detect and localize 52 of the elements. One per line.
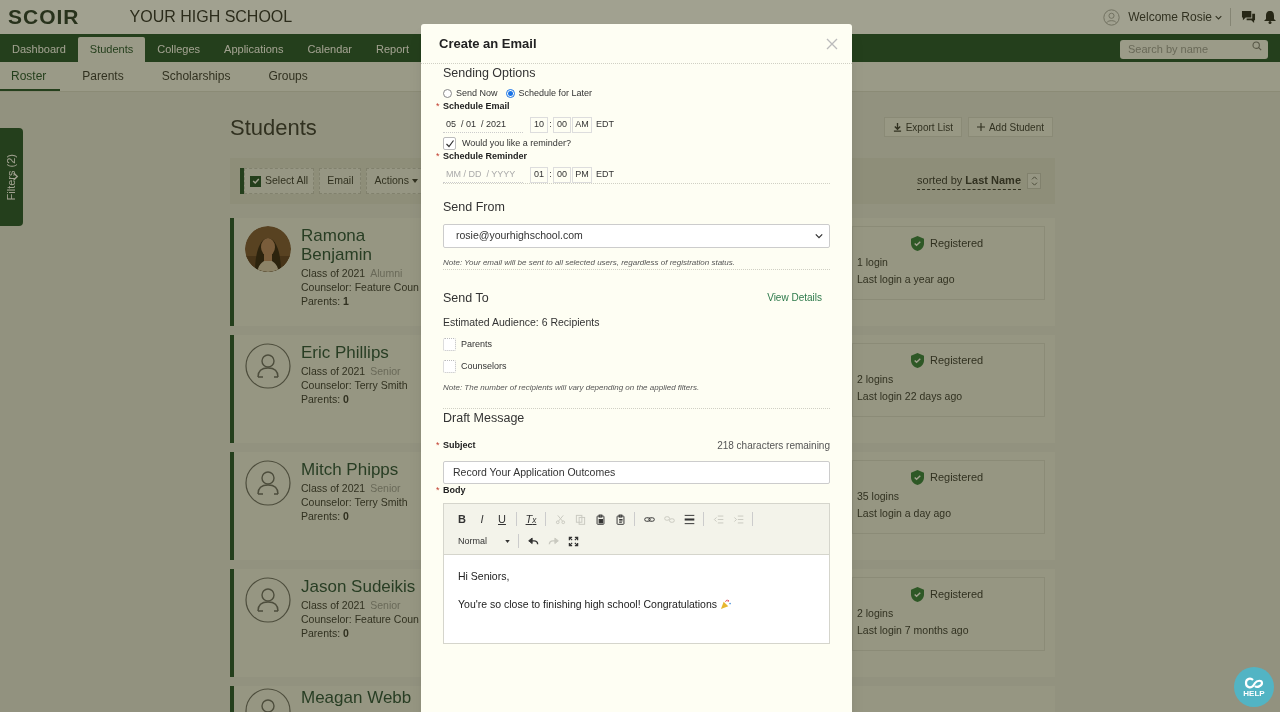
registration-status: Registered [930, 470, 984, 485]
section-heading: Send To [443, 289, 489, 307]
last-login: Last login 22 days ago [856, 389, 964, 405]
school-name: YOUR HIGH SCHOOL [129, 7, 293, 27]
required-mark: * [436, 100, 441, 114]
time-zone: EDT [596, 168, 614, 181]
counselor-text: Counselor: Feature Coun [301, 280, 420, 294]
checkbox-label: Counselors [461, 359, 507, 373]
logo: SCOIR [8, 4, 80, 31]
parents-count: Parents: 0 [301, 509, 350, 523]
note-text: Note: Your email will be sent to all selected users, regardless of registration status. [443, 256, 736, 269]
field-label: Schedule Email [443, 100, 510, 114]
counselor-text: Counselor: Terry Smith [301, 495, 408, 509]
counselor-text: Counselor: Terry Smith [301, 378, 408, 392]
class-year: Class of 2021 [301, 481, 366, 495]
radio-label: Send Now [456, 86, 498, 100]
last-login: Last login a year ago [856, 272, 956, 288]
parents-count: Parents: 1 [301, 294, 350, 308]
body-text: You're so close to finishing high school! Congratulations [458, 597, 718, 612]
checkbox-label: Would you like a reminder? [462, 136, 571, 150]
time-separator: : [548, 118, 553, 131]
registration-status: Registered [930, 353, 984, 368]
login-count: 2 logins [856, 605, 895, 621]
parents-count: Parents: 0 [301, 626, 350, 640]
registration-status: Registered [930, 587, 984, 602]
section-heading: Draft Message [443, 410, 526, 427]
time-zone: EDT [596, 118, 614, 131]
audience-text: Estimated Audience: 6 Recipients [443, 315, 601, 331]
time-separator: : [548, 168, 553, 181]
login-count: 2 logins [856, 371, 895, 387]
last-login: Last login 7 months ago [856, 623, 970, 639]
body-text: Hi Seniors, [458, 569, 510, 585]
radio-label: Schedule for Later [518, 86, 593, 100]
parents-count: Parents: 0 [301, 392, 350, 406]
checkbox-label: Parents [461, 338, 493, 351]
last-login: Last login a day ago [856, 506, 952, 522]
section-heading: Send From [443, 198, 506, 216]
registration-status: Registered [930, 236, 984, 251]
required-mark: * [436, 483, 441, 497]
field-label: Schedule Reminder [443, 150, 528, 164]
class-year: Class of 2021 [301, 598, 366, 612]
login-count: 35 logins [856, 488, 901, 504]
login-count: 1 login [856, 254, 889, 270]
note-text: Note: The number of recipients will vary depending on the applied filters. [443, 382, 701, 394]
class-year: Class of 2021 [301, 266, 366, 280]
section-heading: Sending Options [443, 65, 537, 82]
counselor-text: Counselor: Feature Coun [301, 612, 419, 626]
field-label: Body [443, 483, 466, 497]
required-mark: * [436, 150, 441, 164]
class-year: Class of 2021 [301, 364, 366, 378]
dialog-title: Create an Email [439, 34, 537, 53]
page-title: Students [230, 113, 317, 142]
